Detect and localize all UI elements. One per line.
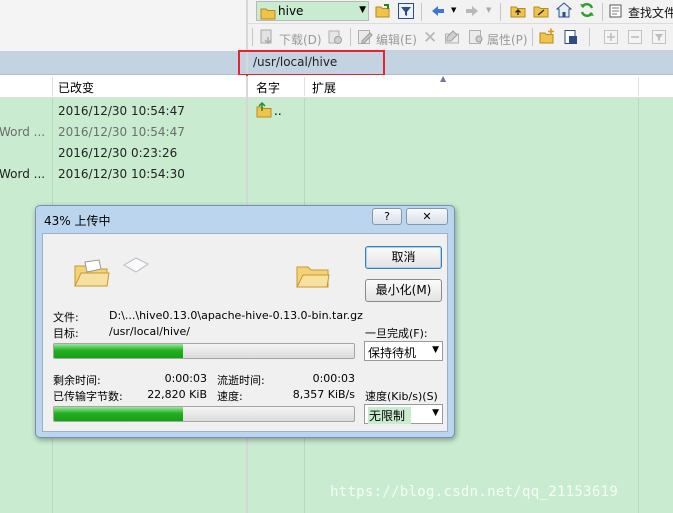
open-folder-icon[interactable] [375, 3, 391, 19]
remaining-label: 剩余时间: [53, 374, 101, 387]
speed-label: 速度: [217, 390, 243, 403]
speed-value: 8,357 KiB/s [292, 388, 355, 401]
target-value: /usr/local/hive/ [109, 325, 190, 338]
new-file-icon[interactable] [563, 29, 579, 45]
upload-progress-dialog: 43% 上传中 ? ✕ 取消 最小化(M) 文件: D:\...\hive0.1… [35, 205, 455, 438]
speed-limit-select[interactable]: 无限制 ▼ [364, 404, 443, 424]
local-list-header: 已改变 [0, 75, 246, 98]
chevron-down-icon: ▼ [432, 345, 439, 355]
dialog-body: 取消 最小化(M) 文件: D:\...\hive0.13.0\apache-h… [42, 233, 448, 432]
total-progress-fill [54, 407, 183, 421]
list-item[interactable]: 2016/12/30 10:54:47 [0, 100, 246, 121]
find-files-button[interactable]: 查找文件 [628, 4, 673, 21]
minimize-button[interactable]: 最小化(M) [365, 279, 442, 302]
select-minus-icon[interactable] [627, 29, 643, 45]
speed-limit-value: 无限制 [368, 407, 412, 424]
list-item[interactable]: Word ... 2016/12/30 10:54:30 [0, 163, 246, 184]
list-item[interactable]: Word ... 2016/12/30 10:54:47 [0, 121, 246, 142]
target-folder-icon [295, 261, 331, 289]
file-progress-fill [54, 344, 183, 358]
file-progress-bar [53, 343, 355, 359]
download-options-icon[interactable] [327, 29, 343, 45]
cancel-button[interactable]: 取消 [365, 246, 442, 269]
speed-limit-label: 速度(Kib/s)(S) [365, 390, 438, 403]
parent-folder-icon [256, 102, 272, 118]
on-complete-value: 保持待机 [368, 346, 417, 360]
flying-paper-icon [122, 256, 150, 274]
select-plus-icon[interactable] [603, 29, 619, 45]
remote-directory-value: hive [278, 4, 304, 18]
root-folder-icon[interactable] [533, 3, 549, 19]
properties-icon[interactable] [468, 29, 484, 45]
local-toolbar-area [0, 0, 246, 51]
file-modified: 2016/12/30 10:54:47 [58, 125, 185, 139]
file-modified: 2016/12/30 10:54:30 [58, 167, 185, 181]
help-button[interactable]: ? [372, 208, 402, 225]
file-label: 文件: [53, 311, 79, 324]
chevron-down-icon: ▼ [432, 408, 439, 418]
file-modified: 2016/12/30 10:54:47 [58, 104, 185, 118]
column-header-name[interactable]: 名字 [256, 79, 280, 96]
local-path-bar [0, 51, 246, 75]
folder-icon [260, 5, 276, 20]
properties-button[interactable]: 属性(P) [487, 31, 528, 48]
elapsed-label: 流逝时间: [217, 374, 265, 387]
watermark: https://blog.csdn.net/qq_21153619 [330, 484, 619, 500]
edit-icon[interactable] [357, 29, 373, 45]
refresh-icon[interactable] [579, 2, 595, 18]
column-header-ext[interactable]: 扩展 [312, 79, 336, 96]
back-arrow-icon[interactable] [430, 3, 446, 19]
forward-dropdown-icon[interactable]: ▼ [486, 6, 491, 14]
target-label: 目标: [53, 327, 79, 340]
remote-list-header: 名字 扩展 [248, 75, 673, 98]
delete-icon[interactable]: ✕ [423, 28, 437, 48]
path-highlight-box [238, 50, 385, 76]
remaining-value: 0:00:03 [164, 372, 207, 385]
close-button[interactable]: ✕ [406, 208, 448, 225]
forward-arrow-icon[interactable] [464, 3, 480, 19]
file-type: Word ... [0, 167, 46, 181]
remote-directory-combo[interactable]: hive ▼ [256, 1, 369, 21]
chevron-down-icon[interactable]: ▼ [359, 5, 366, 15]
elapsed-value: 0:00:03 [312, 372, 355, 385]
filter-icon[interactable] [398, 3, 414, 19]
on-complete-select[interactable]: 保持待机 ▼ [364, 341, 443, 361]
total-progress-bar [53, 406, 355, 422]
transferred-label: 已传输字节数: [53, 390, 123, 403]
download-button[interactable]: 下载(D) [279, 31, 322, 48]
file-type: Word ... [0, 125, 46, 139]
back-dropdown-icon[interactable]: ▼ [451, 6, 456, 14]
file-modified: 2016/12/30 0:23:26 [58, 146, 178, 160]
transferred-value: 22,820 KiB [147, 388, 207, 401]
edit-button[interactable]: 编辑(E) [376, 31, 417, 48]
column-header-modified[interactable]: 已改变 [58, 79, 94, 96]
list-item[interactable]: 2016/12/30 0:23:26 [0, 142, 246, 163]
parent-directory-name: .. [274, 104, 282, 118]
new-folder-icon[interactable] [539, 28, 555, 44]
home-icon[interactable] [556, 2, 572, 18]
file-value: D:\...\hive0.13.0\apache-hive-0.13.0-bin… [109, 309, 363, 322]
sort-caret-icon: ▲ [440, 74, 447, 83]
source-folder-icon [73, 258, 111, 288]
filter-select-icon[interactable] [651, 29, 667, 45]
download-icon[interactable] [259, 29, 275, 45]
parent-folder-icon[interactable] [510, 3, 526, 19]
on-complete-label: 一旦完成(F): [365, 327, 428, 340]
rename-icon[interactable] [444, 29, 460, 45]
dialog-title: 43% 上传中 [44, 214, 111, 228]
find-files-icon[interactable] [609, 3, 625, 19]
